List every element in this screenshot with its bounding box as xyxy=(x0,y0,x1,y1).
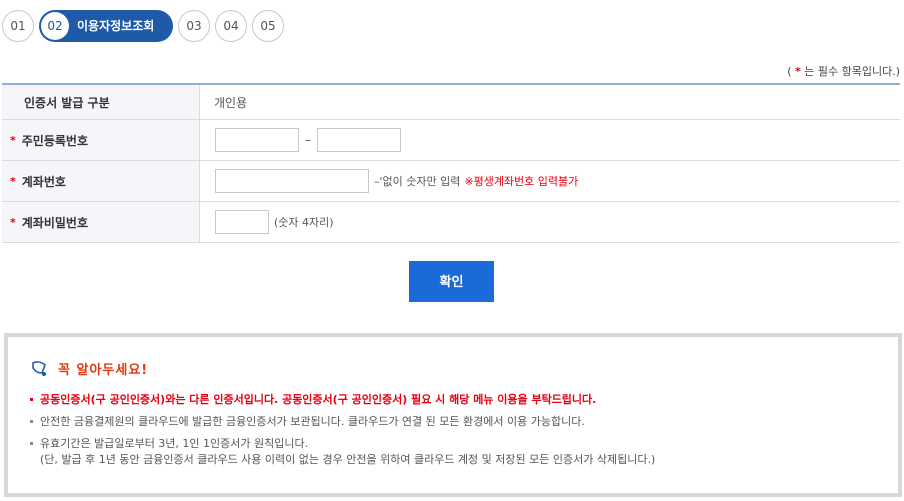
required-star: * xyxy=(10,174,16,188)
cert-type-label: 인증서 발급 구분 xyxy=(2,85,200,119)
row-account-number: * 계좌번호 –'없이 숫자만 입력 ※평생계좌번호 입력불가 xyxy=(2,161,900,202)
confirm-button[interactable]: 확인 xyxy=(409,261,494,302)
notice-item-1: 공동인증서(구 공인인증서)와는 다른 인증서입니다. 공동인증서(구 공인인증… xyxy=(30,392,878,408)
notice-item-2: 안전한 금융결제원의 클라우드에 발급한 금융인증서가 보관됩니다. 클라우드가… xyxy=(30,414,878,430)
user-info-form: 인증서 발급 구분 개인용 * 주민등록번호 – * 계좌번호 –'없이 숫자만… xyxy=(2,83,900,243)
notice-list: 공동인증서(구 공인인증서)와는 다른 인증서입니다. 공동인증서(구 공인인증… xyxy=(30,392,878,474)
required-star: * xyxy=(10,215,16,229)
resident-number-label: 주민등록번호 xyxy=(21,133,89,148)
required-note-text: 는 필수 항목입니다.) xyxy=(804,65,900,78)
account-password-hint: (숫자 4자리) xyxy=(274,216,334,229)
account-number-hint: –'없이 숫자만 입력 xyxy=(374,175,461,188)
step-04: 04 xyxy=(215,10,247,42)
resident-number-dash: – xyxy=(305,133,311,147)
required-fields-note: ( * 는 필수 항목입니다.) xyxy=(787,63,900,79)
cert-type-value: 개인용 xyxy=(214,95,248,110)
step-02-label: 이용자정보조회 xyxy=(77,19,155,33)
bell-icon xyxy=(32,360,46,376)
notice-title: 꼭 알아두세요! xyxy=(30,359,148,378)
step-02-number: 02 xyxy=(41,12,69,40)
row-cert-type: 인증서 발급 구분 개인용 xyxy=(2,85,900,120)
account-number-warning: ※평생계좌번호 입력불가 xyxy=(464,175,579,188)
account-number-label: 계좌번호 xyxy=(21,174,66,189)
step-05: 05 xyxy=(252,10,284,42)
step-01: 01 xyxy=(2,10,34,42)
notice-item-3: 유효기간은 발급일로부터 3년, 1인 1인증서가 원칙입니다. (단, 발급 … xyxy=(30,436,878,468)
account-number-header: * 계좌번호 xyxy=(2,161,200,201)
account-password-label: 계좌비밀번호 xyxy=(21,215,89,230)
step-03: 03 xyxy=(178,10,210,42)
account-password-input[interactable] xyxy=(215,210,269,234)
account-number-input[interactable] xyxy=(215,169,369,193)
row-resident-number: * 주민등록번호 – xyxy=(2,120,900,161)
required-star: * xyxy=(794,65,801,78)
account-password-header: * 계좌비밀번호 xyxy=(2,202,200,242)
required-note-open: ( xyxy=(787,65,792,78)
row-account-password: * 계좌비밀번호 (숫자 4자리) xyxy=(2,202,900,243)
step-02-active: 02 이용자정보조회 xyxy=(39,10,173,42)
notice-item-3-sub: (단, 발급 후 1년 동안 금융인증서 클라우드 사용 이력이 없는 경우 안… xyxy=(40,453,656,466)
resident-number-back-input[interactable] xyxy=(317,128,401,152)
resident-number-front-input[interactable] xyxy=(215,128,299,152)
notice-item-3-text: 유효기간은 발급일로부터 3년, 1인 1인증서가 원칙입니다. xyxy=(40,437,309,450)
resident-number-header: * 주민등록번호 xyxy=(2,120,200,160)
required-star: * xyxy=(10,133,16,147)
notice-title-text: 꼭 알아두세요! xyxy=(58,363,149,378)
notice-box: 꼭 알아두세요! 공동인증서(구 공인인증서)와는 다른 인증서입니다. 공동인… xyxy=(4,333,902,497)
